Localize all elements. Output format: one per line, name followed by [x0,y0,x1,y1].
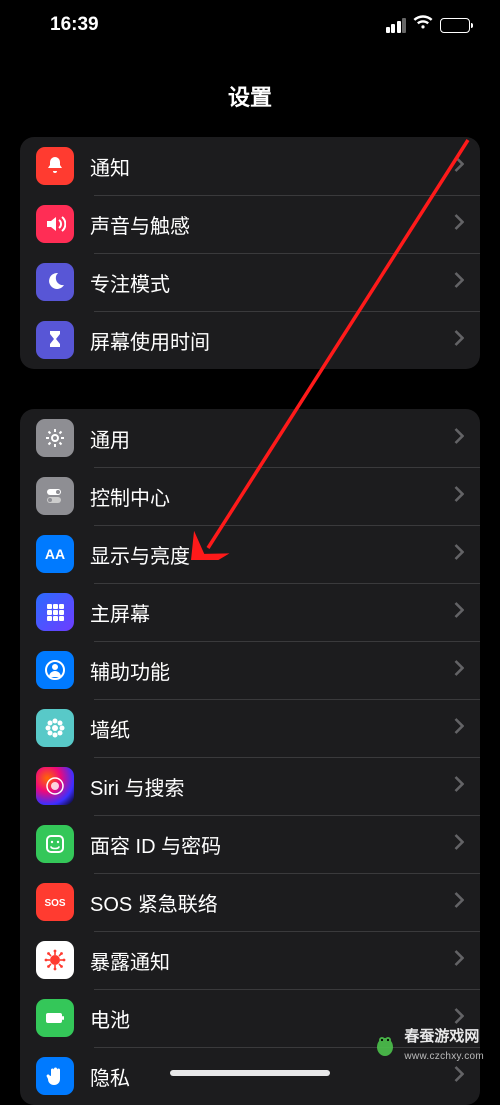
chevron-right-icon [454,834,464,855]
chevron-right-icon [454,892,464,913]
settings-row-control[interactable]: 控制中心 [20,467,480,525]
chevron-right-icon [454,156,464,177]
status-icons [386,15,471,35]
settings-row-wallpaper[interactable]: 墙纸 [20,699,480,757]
settings-row-label: 通知 [90,152,438,181]
settings-row-label: SOS 紧急联络 [90,888,438,917]
status-time: 16:39 [50,14,99,36]
settings-row-screentime[interactable]: 屏幕使用时间 [20,311,480,369]
watermark-bug-icon [372,1032,398,1058]
settings-row-label: 屏幕使用时间 [90,326,438,355]
settings-row-notifications[interactable]: 通知 [20,137,480,195]
chevron-right-icon [454,950,464,971]
page-title: 设置 [0,80,500,112]
watermark-title: 春蚕游戏网 [404,1028,479,1045]
settings-group: 通用控制中心显示与亮度主屏幕辅助功能墙纸 Siri 与搜索面容 ID 与密码 SOS… [20,409,480,1105]
settings-row-accessibility[interactable]: 辅助功能 [20,641,480,699]
hourglass-icon [36,321,74,359]
settings-row-sounds[interactable]: 声音与触感 [20,195,480,253]
settings-row-sos[interactable]: SOS 紧急联络 [20,873,480,931]
gear-icon [36,419,74,457]
person-icon [36,651,74,689]
settings-row-faceid[interactable]: 面容 ID 与密码 [20,815,480,873]
chevron-right-icon [454,272,464,293]
moon-icon [36,263,74,301]
battery-icon [36,999,74,1037]
face-icon [36,825,74,863]
chevron-right-icon [454,660,464,681]
siri-icon [36,767,74,805]
chevron-right-icon [454,486,464,507]
watermark: 春蚕游戏网 www.czchxy.com [372,1025,484,1064]
status-bar: 16:39 [0,0,500,50]
settings-row-focus[interactable]: 专注模式 [20,253,480,311]
flower-icon [36,709,74,747]
settings-row-label: 专注模式 [90,268,438,297]
speaker-icon [36,205,74,243]
virus-icon [36,941,74,979]
cellular-icon [386,18,407,33]
sos-icon [36,883,74,921]
grid-icon [36,593,74,631]
settings-group: 通知声音与触感专注模式屏幕使用时间 [20,137,480,369]
battery-icon [440,18,470,33]
watermark-sub: www.czchxy.com [404,1051,484,1062]
chevron-right-icon [454,330,464,351]
settings-row-label: 通用 [90,424,438,453]
settings-row-label: 控制中心 [90,482,438,511]
chevron-right-icon [454,214,464,235]
bell-icon [36,147,74,185]
wifi-icon [413,15,433,35]
aa-icon [36,535,74,573]
settings-row-label: 隐私 [90,1062,438,1091]
settings-row-label: 显示与亮度 [90,540,438,569]
settings-row-label: 面容 ID 与密码 [90,830,438,859]
chevron-right-icon [454,428,464,449]
hand-icon [36,1057,74,1095]
settings-row-general[interactable]: 通用 [20,409,480,467]
settings-row-display[interactable]: 显示与亮度 [20,525,480,583]
settings-row-label: 辅助功能 [90,656,438,685]
chevron-right-icon [454,776,464,797]
home-indicator[interactable] [170,1070,330,1076]
chevron-right-icon [454,602,464,623]
settings-row-label: 声音与触感 [90,210,438,239]
chevron-right-icon [454,1066,464,1087]
settings-row-label: 暴露通知 [90,946,438,975]
settings-row-label: Siri 与搜索 [90,772,438,801]
switches-icon [36,477,74,515]
settings-row-siri[interactable]: Siri 与搜索 [20,757,480,815]
settings-row-homescreen[interactable]: 主屏幕 [20,583,480,641]
settings-row-label: 主屏幕 [90,598,438,627]
chevron-right-icon [454,544,464,565]
settings-row-label: 墙纸 [90,714,438,743]
settings-row-exposure[interactable]: 暴露通知 [20,931,480,989]
chevron-right-icon [454,718,464,739]
